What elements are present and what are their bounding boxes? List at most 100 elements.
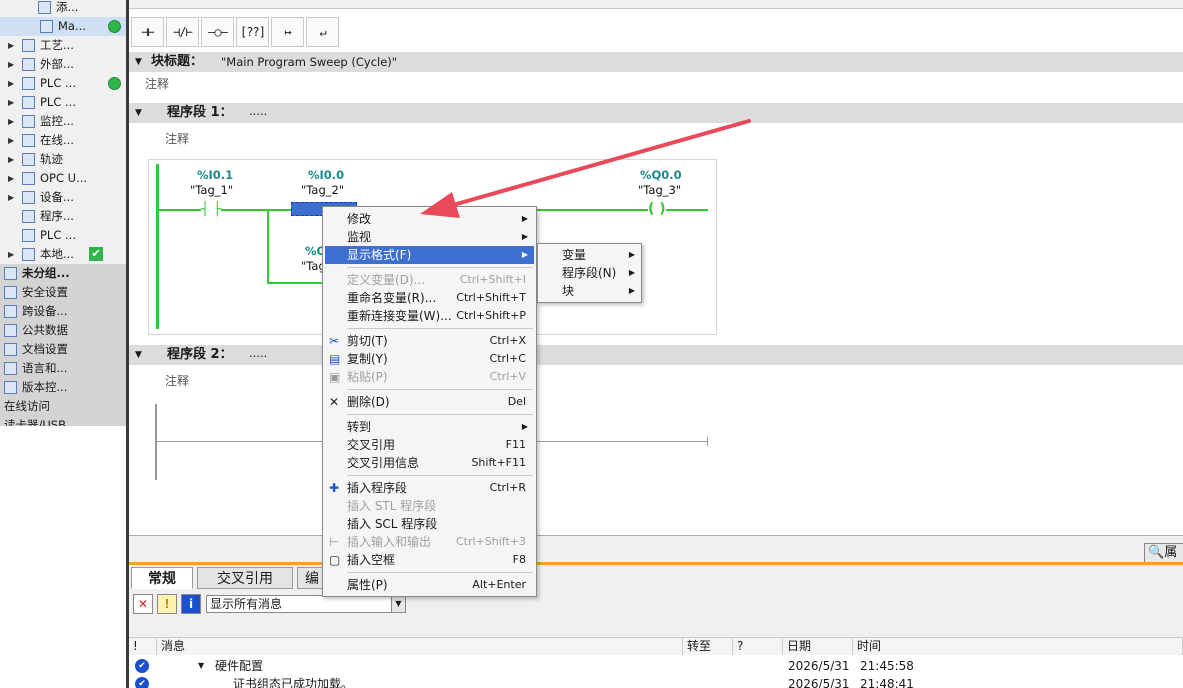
tree-item[interactable]: ▶ 外部... [0, 55, 126, 74]
chevron-right-icon[interactable]: ▶ [8, 112, 14, 131]
tree-item[interactable]: 在线访问 [0, 397, 126, 416]
menu-item-shortcut: Ctrl+Shift+3 [455, 535, 526, 548]
tree-item[interactable]: ▶ PLC ... [0, 74, 126, 93]
tree-item[interactable]: ▶ 监控... [0, 112, 126, 131]
tree-item[interactable]: 程序... [0, 207, 126, 226]
submenu-item[interactable]: 变量 ▶ [540, 246, 641, 264]
coil-address[interactable]: %Q0.0 [640, 168, 682, 182]
tree-item[interactable]: ▶ 在线... [0, 131, 126, 150]
tree-item[interactable]: 添... [0, 0, 126, 17]
column-header[interactable]: 日期 [783, 638, 853, 655]
contact-1-symbol[interactable]: ┤ ├ [201, 202, 222, 218]
collapse-icon[interactable]: ▼ [135, 345, 142, 365]
network-1-dots[interactable]: ..... [249, 101, 267, 121]
column-header[interactable]: ! [129, 638, 157, 655]
no-contact-button[interactable]: ⊣⊢ [131, 17, 164, 47]
nc-contact-button[interactable]: ⊣/⊢ [166, 17, 199, 47]
display-format-submenu: 变量 ▶ 程序段(N) ▶ 块 ▶ [537, 243, 642, 303]
chevron-right-icon[interactable]: ▶ [8, 55, 14, 74]
ladder-editor: ⊣⊢ ⊣/⊢ –○– [??] ↦ ↵ ▼ 块标题： "Main Program Swee… [129, 0, 1183, 535]
expand-icon[interactable]: ▼ [198, 657, 204, 675]
tree-item[interactable]: 公共数据 [0, 321, 126, 340]
submenu-item[interactable]: 块 ▶ [540, 282, 641, 300]
menu-item[interactable]: 重新连接变量(W)... Ctrl+Shift+P [325, 307, 534, 325]
menu-item-label: 重新连接变量(W)... [347, 309, 452, 323]
menu-item[interactable]: 修改 ▶ [325, 210, 534, 228]
chevron-right-icon[interactable]: ▶ [8, 169, 14, 188]
tree-item[interactable]: 语言和... [0, 359, 126, 378]
tree-node-icon [22, 77, 35, 90]
menu-item[interactable]: ✂ 剪切(T) Ctrl+X [325, 332, 534, 350]
menu-item[interactable]: 交叉引用 F11 [325, 436, 534, 454]
coil-button[interactable]: –○– [201, 17, 234, 47]
chevron-right-icon[interactable]: ▶ [8, 131, 14, 150]
column-header[interactable]: 转至 [683, 638, 733, 655]
menu-item[interactable]: ✕ 删除(D) Del [325, 393, 534, 411]
collapse-icon[interactable]: ▼ [135, 103, 142, 123]
menu-item[interactable]: ✚ 插入程序段 Ctrl+R [325, 479, 534, 497]
tree-item-label: PLC ... [40, 228, 76, 242]
collapse-icon[interactable]: ▼ [135, 52, 142, 72]
contact-1-address[interactable]: %I0.1 [197, 168, 233, 182]
info-filter-icon[interactable]: i [181, 594, 201, 614]
tree-item[interactable]: ▶ 设备... [0, 188, 126, 207]
tree-item[interactable]: ▶ PLC ... [0, 93, 126, 112]
info-check-icon: ✔ [135, 677, 149, 688]
chevron-right-icon[interactable]: ▶ [8, 188, 14, 207]
column-header[interactable]: 消息 [157, 638, 683, 655]
submenu-item[interactable]: 程序段(N) ▶ [540, 264, 641, 282]
column-header[interactable]: ? [733, 638, 783, 655]
block-title-bar[interactable]: ▼ 块标题： "Main Program Sweep (Cycle)" [129, 52, 1183, 72]
menu-item[interactable]: ▢ 插入空框 F8 [325, 551, 534, 569]
chevron-right-icon[interactable]: ▶ [8, 36, 14, 55]
open-branch-button[interactable]: ↦ [271, 17, 304, 47]
menu-item[interactable]: 监视 ▶ [325, 228, 534, 246]
network-1-title-bar[interactable]: ▼ 程序段 1： ..... [129, 103, 1183, 123]
error-filter-icon[interactable]: ✕ [133, 594, 153, 614]
message-filter-select[interactable]: 显示所有消息 [206, 595, 392, 613]
menu-item[interactable]: 显示格式(F) ▶ [325, 246, 534, 264]
menu-item[interactable]: 转到 ▶ [325, 418, 534, 436]
network-2-dots[interactable]: ..... [249, 343, 267, 363]
network-1-comment[interactable]: 注释 [165, 130, 189, 147]
chevron-right-icon[interactable]: ▶ [8, 245, 14, 264]
inspector-tab[interactable]: 交叉引用 [197, 567, 293, 589]
tree-item[interactable]: 跨设备... [0, 302, 126, 321]
tree-item[interactable]: ▶ 轨迹 [0, 150, 126, 169]
menu-item[interactable]: ▤ 复制(Y) Ctrl+C [325, 350, 534, 368]
network-2-comment[interactable]: 注释 [165, 372, 189, 389]
coil-symbol[interactable]: ( ) [648, 201, 666, 217]
contact-2-address[interactable]: %I0.0 [308, 168, 344, 182]
coil-tag[interactable]: "Tag_3" [638, 183, 681, 197]
menu-item[interactable]: 交叉引用信息 Shift+F11 [325, 454, 534, 472]
tree-item[interactable]: 安全设置 [0, 283, 126, 302]
menu-item[interactable]: 插入 SCL 程序段 [325, 515, 534, 533]
block-comment[interactable]: 注释 [145, 75, 169, 92]
tree-node-icon [22, 39, 35, 52]
contact-1-tag[interactable]: "Tag_1" [190, 183, 233, 197]
network-2-title-bar[interactable]: ▼ 程序段 2： ..... [129, 345, 1183, 365]
column-header[interactable]: 时间 [853, 638, 1183, 655]
contact-2-tag[interactable]: "Tag_2" [301, 183, 344, 197]
tree-item[interactable]: ▶ 本地... ✔ [0, 245, 126, 264]
inspector-tab[interactable]: 常规 [131, 567, 193, 589]
tree-item[interactable]: PLC ... [0, 226, 126, 245]
chevron-right-icon[interactable]: ▶ [8, 150, 14, 169]
tree-item[interactable]: 未分组... [0, 264, 126, 283]
tree-item[interactable]: ▶ 工艺... [0, 36, 126, 55]
menu-item[interactable]: 属性(P) Alt+Enter [325, 576, 534, 594]
chevron-right-icon[interactable]: ▶ [8, 93, 14, 112]
block-title-value[interactable]: "Main Program Sweep (Cycle)" [221, 52, 397, 72]
tree-item[interactable]: 版本控... [0, 378, 126, 397]
chevron-down-icon[interactable]: ▼ [391, 595, 406, 613]
tree-item[interactable]: 文档设置 [0, 340, 126, 359]
properties-tab[interactable]: 🔍属 [1144, 543, 1183, 563]
menu-item[interactable]: 重命名变量(R)... Ctrl+Shift+T [325, 289, 534, 307]
status-ok-icon [108, 20, 121, 33]
chevron-right-icon[interactable]: ▶ [8, 74, 14, 93]
tree-item[interactable]: Ma... [0, 17, 126, 36]
empty-box-button[interactable]: [??] [236, 17, 269, 47]
warning-filter-icon[interactable]: ! [157, 594, 177, 614]
tree-item[interactable]: ▶ OPC U... [0, 169, 126, 188]
close-branch-button[interactable]: ↵ [306, 17, 339, 47]
